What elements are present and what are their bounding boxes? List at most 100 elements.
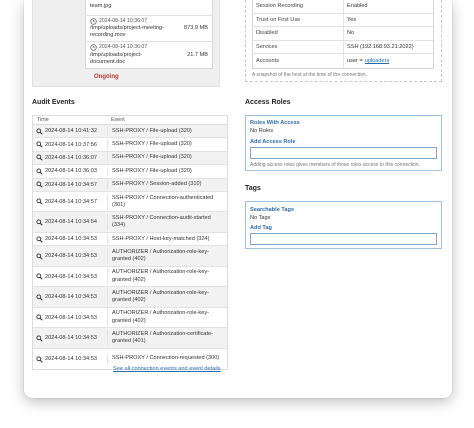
host-row: Session Recording Enabled xyxy=(253,0,433,14)
audit-event-time-cell: 2024-08-14 10:36:07 xyxy=(33,154,107,162)
host-value: user = uploaders xyxy=(344,58,433,64)
upload-file-name: team.jpg xyxy=(90,3,112,9)
audit-event-name: AUTHORIZER / Authorization-role-key-gran… xyxy=(107,309,227,326)
audit-events-table: Time Event 2024-08-14 10:41:32 SSH-PROXY … xyxy=(32,115,228,371)
host-snapshot-panel: Session Recording Enabled Trust on First… xyxy=(245,0,442,82)
upload-file-cell: 2024-08-14 10:36:07 /tmp/uploads/project… xyxy=(86,16,174,42)
upload-file-size xyxy=(174,0,212,15)
host-value: Enabled xyxy=(347,3,368,10)
audit-event-name: SSH-PROXY / File-upload (320) xyxy=(107,153,227,163)
access-roles-panel: Roles With Access No Roles Add Access Ro… xyxy=(245,115,442,171)
audit-event-row[interactable]: 2024-08-14 10:41:32 SSH-PROXY / File-uplo… xyxy=(33,125,227,139)
audit-event-name: SSH-PROXY / File-upload (320) xyxy=(107,139,227,150)
add-access-role-input[interactable] xyxy=(250,147,437,159)
audit-event-time: 2024-08-14 10:41:32 xyxy=(45,128,97,135)
magnifier-icon[interactable] xyxy=(36,198,43,205)
audit-event-name: SSH-PROXY / Connection-audit-started (33… xyxy=(107,214,227,231)
magnifier-icon[interactable] xyxy=(36,236,43,243)
audit-event-row[interactable]: 2024-08-14 10:34:54 SSH-PROXY / Connectio… xyxy=(33,212,227,233)
audit-event-time-cell: 2024-08-14 10:41:32 xyxy=(33,128,107,135)
host-key: Session Recording xyxy=(253,0,344,13)
audit-event-time-cell: 2024-08-14 10:34:57 xyxy=(33,181,107,188)
audit-event-row[interactable]: 2024-08-14 10:36:03 SSH-PROXY / File-uplo… xyxy=(33,165,227,179)
audit-event-row[interactable]: 2024-08-14 10:34:53 AUTHORIZER / Authoriz… xyxy=(33,267,227,288)
host-row: Trust on First Use Yes xyxy=(253,13,433,27)
upload-time-text: 2024-08-14 10:36:07 xyxy=(99,17,148,24)
magnifier-icon[interactable] xyxy=(36,253,43,260)
column-header-event: Event xyxy=(111,117,125,123)
magnifier-icon[interactable] xyxy=(36,335,43,342)
upload-file-cell: 2024-08-14 10:36:07 /tmp/uploads/project… xyxy=(86,42,174,68)
audit-event-time-cell: 2024-08-14 10:34:53 xyxy=(33,314,107,321)
audit-event-time-cell: 2024-08-14 10:34:57 xyxy=(33,198,107,205)
host-key: Services xyxy=(253,40,344,53)
host-row: Disabled No xyxy=(253,27,433,41)
audit-event-name: AUTHORIZER / Authorization-role-key-gran… xyxy=(107,247,227,265)
audit-event-time-cell: 2024-08-14 10:34:53 xyxy=(33,273,107,280)
searchable-tags-value: No Tags xyxy=(250,215,271,221)
host-info-table: Session Recording Enabled Trust on First… xyxy=(252,0,434,69)
audit-event-time-cell: 2024-08-14 10:34:53 xyxy=(33,236,107,243)
magnifier-icon[interactable] xyxy=(36,294,43,301)
magnifier-icon[interactable] xyxy=(36,154,43,162)
magnifier-icon[interactable] xyxy=(36,128,43,135)
upload-status: Ongoing xyxy=(94,74,119,80)
audit-event-time: 2024-08-14 10:34:57 xyxy=(45,198,97,205)
searchable-tags-label: Searchable Tags xyxy=(250,207,295,213)
magnifier-icon[interactable] xyxy=(36,168,43,175)
audit-event-row[interactable]: 2024-08-14 10:34:53 AUTHORIZER / Authoriz… xyxy=(33,328,227,349)
host-row: Services SSH (192.168.93.21:2022) xyxy=(253,40,433,54)
see-all-events-link[interactable]: See all connection events and event deta… xyxy=(113,366,221,372)
audit-event-name: SSH-PROXY / File-upload (320) xyxy=(107,166,227,176)
access-roles-title: Access Roles xyxy=(245,99,291,106)
audit-event-time: 2024-08-14 10:34:53 xyxy=(45,253,97,260)
roles-with-access-value: No Roles xyxy=(250,128,274,134)
host-value: SSH (192.168.93.21:2022) xyxy=(347,43,414,50)
app-window: team.jpg 2024-08-14 10:36:07 /tmp/upload… xyxy=(24,0,452,398)
access-roles-note: Adding access roles gives members of tho… xyxy=(250,162,421,168)
audit-event-row[interactable]: 2024-08-14 10:34:53 AUTHORIZER / Authoriz… xyxy=(33,246,227,267)
add-tag-input[interactable] xyxy=(250,233,437,245)
magnifier-icon[interactable] xyxy=(36,356,43,363)
host-key: Disabled xyxy=(253,27,344,40)
roles-with-access-label: Roles With Access xyxy=(250,120,300,126)
magnifier-icon[interactable] xyxy=(36,273,43,280)
upload-file-size: 21.7 MB xyxy=(187,51,208,58)
audit-event-row[interactable]: 2024-08-14 10:34:53 AUTHORIZER / Authoriz… xyxy=(33,287,227,308)
audit-event-time: 2024-08-14 10:34:53 xyxy=(45,236,97,243)
audit-event-name: AUTHORIZER / Authorization-role-key-gran… xyxy=(107,268,227,285)
audit-event-row[interactable]: 2024-08-14 10:34:57 SSH-PROXY / Connectio… xyxy=(33,192,227,213)
audit-event-row[interactable]: 2024-08-14 10:34:53 SSH-PROXY / Host-key-… xyxy=(33,233,227,247)
magnifier-icon[interactable] xyxy=(36,219,43,226)
host-key: Trust on First Use xyxy=(253,13,344,26)
magnifier-icon[interactable] xyxy=(36,181,43,188)
audit-event-row[interactable]: 2024-08-14 10:34:57 SSH-PROXY / Session-a… xyxy=(33,178,227,192)
host-key: Accounts xyxy=(253,54,344,68)
audit-event-name: SSH-PROXY / Connection-requested (300) xyxy=(107,354,227,364)
accounts-link[interactable]: uploaders xyxy=(365,58,390,64)
audit-event-time: 2024-08-14 10:34:57 xyxy=(45,181,97,188)
audit-event-time: 2024-08-14 10:34:53 xyxy=(45,356,97,363)
audit-events-title: Audit Events xyxy=(32,99,75,106)
audit-event-row[interactable]: 2024-08-14 10:34:53 AUTHORIZER / Authoriz… xyxy=(33,308,227,329)
add-tag-label: Add Tag xyxy=(250,225,272,231)
magnifier-icon[interactable] xyxy=(36,314,43,321)
audit-event-row[interactable]: 2024-08-14 10:36:07 SSH-PROXY / File-uplo… xyxy=(33,151,227,166)
accounts-prefix: user = xyxy=(347,57,363,64)
clock-icon xyxy=(90,18,97,25)
host-value: Yes xyxy=(347,16,357,23)
audit-event-name: SSH-PROXY / Session-added (310) xyxy=(107,180,227,190)
audit-event-time-cell: 2024-08-14 10:36:03 xyxy=(33,168,107,175)
audit-event-time-cell: 2024-08-14 10:34:53 xyxy=(33,253,107,260)
audit-event-time: 2024-08-14 10:34:53 xyxy=(45,314,97,321)
magnifier-icon[interactable] xyxy=(36,141,43,148)
audit-event-name: AUTHORIZER / Authorization-role-key-gran… xyxy=(107,288,227,306)
audit-event-time-cell: 2024-08-14 10:34:53 xyxy=(33,335,107,342)
uploads-panel: team.jpg 2024-08-14 10:36:07 /tmp/upload… xyxy=(32,0,220,87)
audit-event-row[interactable]: 2024-08-14 10:37:56 SSH-PROXY / File-uplo… xyxy=(33,138,227,152)
audit-event-time-cell: 2024-08-14 10:34:53 xyxy=(33,356,107,363)
audit-event-time: 2024-08-14 10:34:53 xyxy=(45,273,97,280)
audit-event-time-cell: 2024-08-14 10:34:54 xyxy=(33,219,107,226)
host-row: Accounts user = uploaders xyxy=(253,54,433,68)
host-snapshot-note: A snapshot of the host at the time of th… xyxy=(252,72,368,78)
